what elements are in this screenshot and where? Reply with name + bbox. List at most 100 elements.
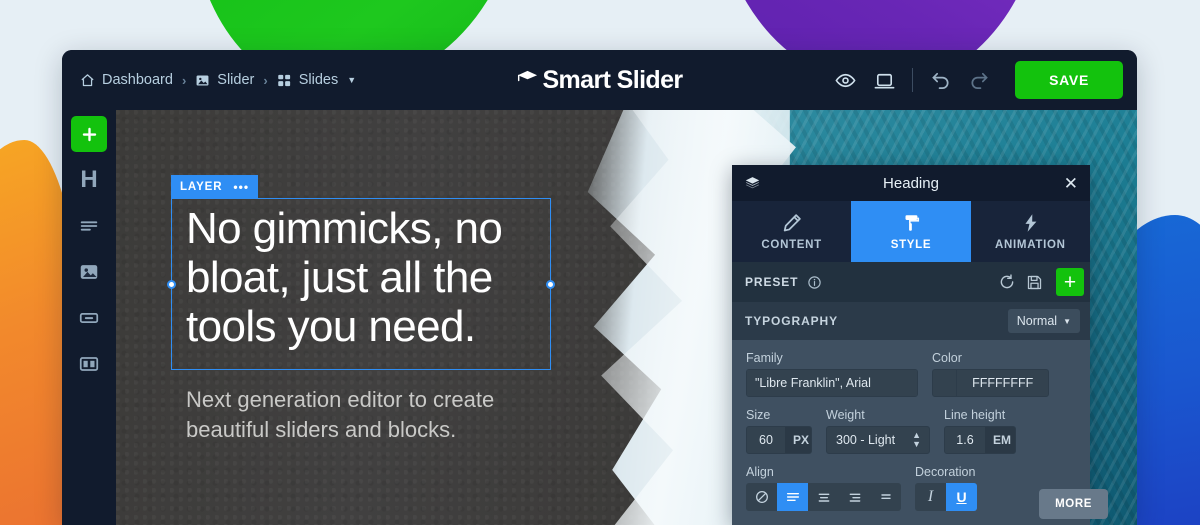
plus-icon <box>82 127 96 141</box>
eye-icon[interactable] <box>834 69 857 92</box>
line-height-control[interactable]: EM <box>944 426 1016 454</box>
heading-layer-button[interactable]: H <box>71 162 107 198</box>
color-control[interactable] <box>932 369 1049 397</box>
size-control[interactable]: PX <box>746 426 812 454</box>
layer-options-icon[interactable]: ••• <box>233 180 249 194</box>
spinner-arrows-icon: ▲ ▼ <box>912 430 921 449</box>
text-layer-button[interactable] <box>71 208 107 244</box>
weight-label: Weight <box>826 408 865 422</box>
decoration-button-group: I U <box>915 483 977 511</box>
text-lines-icon <box>80 221 98 231</box>
more-button[interactable]: MORE <box>1039 489 1108 519</box>
field-size: Size PX <box>746 408 812 454</box>
image-layer-button[interactable] <box>71 254 107 290</box>
tab-style[interactable]: STYLE <box>851 201 971 262</box>
pencil-icon <box>783 214 801 232</box>
layer-badge-label: LAYER <box>180 181 223 193</box>
align-label: Align <box>746 465 774 479</box>
slide-subline[interactable]: Next generation editor to create beautif… <box>186 385 566 445</box>
no-align-icon <box>755 491 768 503</box>
paint-roller-icon <box>905 215 920 231</box>
logo-text: Smart Slider <box>542 65 683 94</box>
size-input[interactable] <box>747 427 785 453</box>
toolbar-divider <box>912 68 914 92</box>
info-icon[interactable] <box>807 275 822 290</box>
align-center-button[interactable] <box>808 483 839 511</box>
weight-value: 300 - Light <box>836 433 896 447</box>
redo-icon[interactable] <box>968 69 991 92</box>
close-icon[interactable]: ✕ <box>1064 175 1078 192</box>
breadcrumb-item-slides[interactable]: Slides ▼ <box>277 72 356 88</box>
tab-label: STYLE <box>890 239 932 251</box>
size-unit[interactable]: PX <box>785 427 811 453</box>
align-left-icon <box>786 492 799 502</box>
family-label: Family <box>746 351 783 365</box>
left-toolbar: H <box>62 110 116 525</box>
italic-button[interactable]: I <box>915 483 946 511</box>
home-icon <box>80 73 95 88</box>
preset-label: PRESET <box>745 275 799 289</box>
top-bar-actions: SAVE <box>834 61 1123 99</box>
family-control[interactable] <box>746 369 918 397</box>
align-justify-icon <box>880 494 891 500</box>
line-height-input[interactable] <box>945 427 985 453</box>
typography-state-value: Normal <box>1016 314 1058 328</box>
button-icon <box>79 313 99 323</box>
row-layer-button[interactable] <box>71 346 107 382</box>
laptop-icon[interactable] <box>873 69 896 92</box>
color-hex-input[interactable] <box>957 370 1048 396</box>
align-right-button[interactable] <box>839 483 870 511</box>
breadcrumb-separator: › <box>263 72 268 88</box>
align-left-button[interactable] <box>777 483 808 511</box>
tab-label: ANIMATION <box>995 239 1066 251</box>
family-input[interactable] <box>747 370 917 396</box>
chevron-down-icon: ▼ <box>1063 316 1071 326</box>
align-justify-button[interactable] <box>870 483 901 511</box>
underline-button[interactable]: U <box>946 483 977 511</box>
layer-badge[interactable]: LAYER ••• <box>171 175 259 199</box>
button-layer-button[interactable] <box>71 300 107 336</box>
field-decoration: Decoration I U <box>915 465 977 511</box>
field-line-height: Line height EM <box>944 408 1016 454</box>
add-layer-button[interactable] <box>71 116 107 152</box>
resize-handle-right[interactable] <box>546 279 555 289</box>
top-bar: Dashboard › Slider › Slides ▼ Smart Slid… <box>62 50 1137 110</box>
chevron-down-icon: ▼ <box>347 75 357 85</box>
add-preset-button[interactable]: + <box>1056 268 1084 296</box>
grid-icon <box>277 73 292 88</box>
align-decoration-row: Align Decoration I U <box>746 465 1076 511</box>
app-logo: Smart Slider <box>485 66 715 95</box>
selected-layer-box[interactable]: LAYER ••• <box>167 175 555 370</box>
breadcrumb-separator: › <box>181 72 187 88</box>
save-button[interactable]: SAVE <box>1015 61 1123 99</box>
field-align: Align <box>746 465 901 511</box>
underline-icon: U <box>956 489 967 505</box>
line-height-label: Line height <box>944 408 1006 422</box>
color-label: Color <box>932 351 962 365</box>
color-swatch[interactable] <box>933 370 958 396</box>
tab-animation[interactable]: ANIMATION <box>971 201 1090 262</box>
size-weight-lineheight-row: Size PX Weight 300 - Light ▲▼ Line heigh… <box>746 408 1076 454</box>
line-height-unit[interactable]: EM <box>985 427 1015 453</box>
heading-settings-panel: Heading ✕ CONTENT STYLE ANIMATION PRESET… <box>732 165 1108 525</box>
breadcrumb-label: Slider <box>217 72 255 88</box>
weight-select[interactable]: 300 - Light ▲ ▼ <box>826 426 930 454</box>
undo-icon[interactable] <box>929 69 952 92</box>
breadcrumb-item-dashboard[interactable]: Dashboard <box>80 72 173 88</box>
tab-content[interactable]: CONTENT <box>732 201 851 262</box>
field-family: Family <box>746 351 918 397</box>
typography-section-header: TYPOGRAPHY Normal ▼ <box>732 302 1090 340</box>
reset-icon[interactable] <box>998 273 1016 291</box>
typography-state-dropdown[interactable]: Normal ▼ <box>1007 309 1080 333</box>
resize-handle-left[interactable] <box>167 279 176 289</box>
layers-icon[interactable] <box>744 175 761 192</box>
floppy-save-icon[interactable] <box>1026 274 1043 291</box>
columns-icon <box>79 357 99 371</box>
typography-fields: Family Color Size PX <box>732 340 1090 511</box>
breadcrumb: Dashboard › Slider › Slides ▼ <box>80 72 356 88</box>
preset-row: PRESET + <box>732 262 1090 302</box>
field-color: Color <box>932 351 1049 397</box>
align-none-button[interactable] <box>746 483 777 511</box>
breadcrumb-item-slider[interactable]: Slider <box>195 72 254 88</box>
breadcrumb-label: Slides <box>298 72 339 88</box>
